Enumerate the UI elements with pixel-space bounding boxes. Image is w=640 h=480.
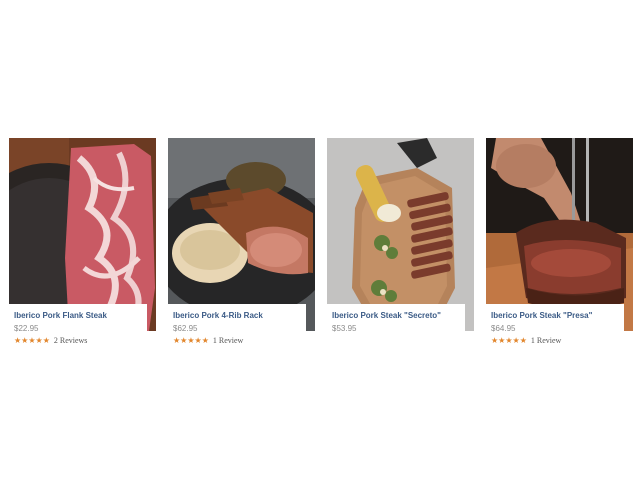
product-title[interactable]: Iberico Pork Steak "Presa" xyxy=(491,311,624,320)
product-image-presa[interactable] xyxy=(486,138,633,331)
product-price: $22.95 xyxy=(14,324,39,333)
product-info: Iberico Pork Steak "Presa" $64.95 ★★★★★ … xyxy=(486,304,624,352)
product-info: Iberico Pork Flank Steak $22.95 ★★★★★ 2 … xyxy=(9,304,147,352)
star-rating-icon: ★★★★★ xyxy=(491,335,527,345)
product-price: $53.95 xyxy=(332,324,357,333)
star-rating-icon: ★★★★★ xyxy=(14,335,50,345)
review-count-link[interactable]: 2 Reviews xyxy=(54,336,88,345)
product-grid: Iberico Pork Flank Steak $22.95 ★★★★★ 2 … xyxy=(9,138,633,353)
product-image-flank-steak[interactable] xyxy=(9,138,156,331)
review-count-link[interactable]: 1 Review xyxy=(531,336,561,345)
product-rating: ★★★★★ 2 Reviews xyxy=(14,335,147,345)
product-price: $62.95 xyxy=(173,324,198,333)
product-card-flank-steak[interactable]: Iberico Pork Flank Steak $22.95 ★★★★★ 2 … xyxy=(9,138,156,353)
product-rating: ★★★★★ 1 Review xyxy=(173,335,306,345)
product-rating: ★★★★★ 1 Review xyxy=(491,335,624,345)
star-rating-icon: ★★★★★ xyxy=(173,335,209,345)
product-price: $64.95 xyxy=(491,324,516,333)
product-title[interactable]: Iberico Pork 4-Rib Rack xyxy=(173,311,306,320)
product-title[interactable]: Iberico Pork Flank Steak xyxy=(14,311,147,320)
product-card-secreto[interactable]: Iberico Pork Steak "Secreto" $53.95 xyxy=(327,138,474,353)
product-info: Iberico Pork 4-Rib Rack $62.95 ★★★★★ 1 R… xyxy=(168,304,306,352)
product-info: Iberico Pork Steak "Secreto" $53.95 xyxy=(327,304,465,352)
product-image-secreto[interactable] xyxy=(327,138,474,331)
product-title[interactable]: Iberico Pork Steak "Secreto" xyxy=(332,311,465,320)
review-count-link[interactable]: 1 Review xyxy=(213,336,243,345)
product-image-4-rib-rack[interactable] xyxy=(168,138,315,331)
product-card-4-rib-rack[interactable]: Iberico Pork 4-Rib Rack $62.95 ★★★★★ 1 R… xyxy=(168,138,315,353)
product-card-presa[interactable]: Iberico Pork Steak "Presa" $64.95 ★★★★★ … xyxy=(486,138,633,353)
